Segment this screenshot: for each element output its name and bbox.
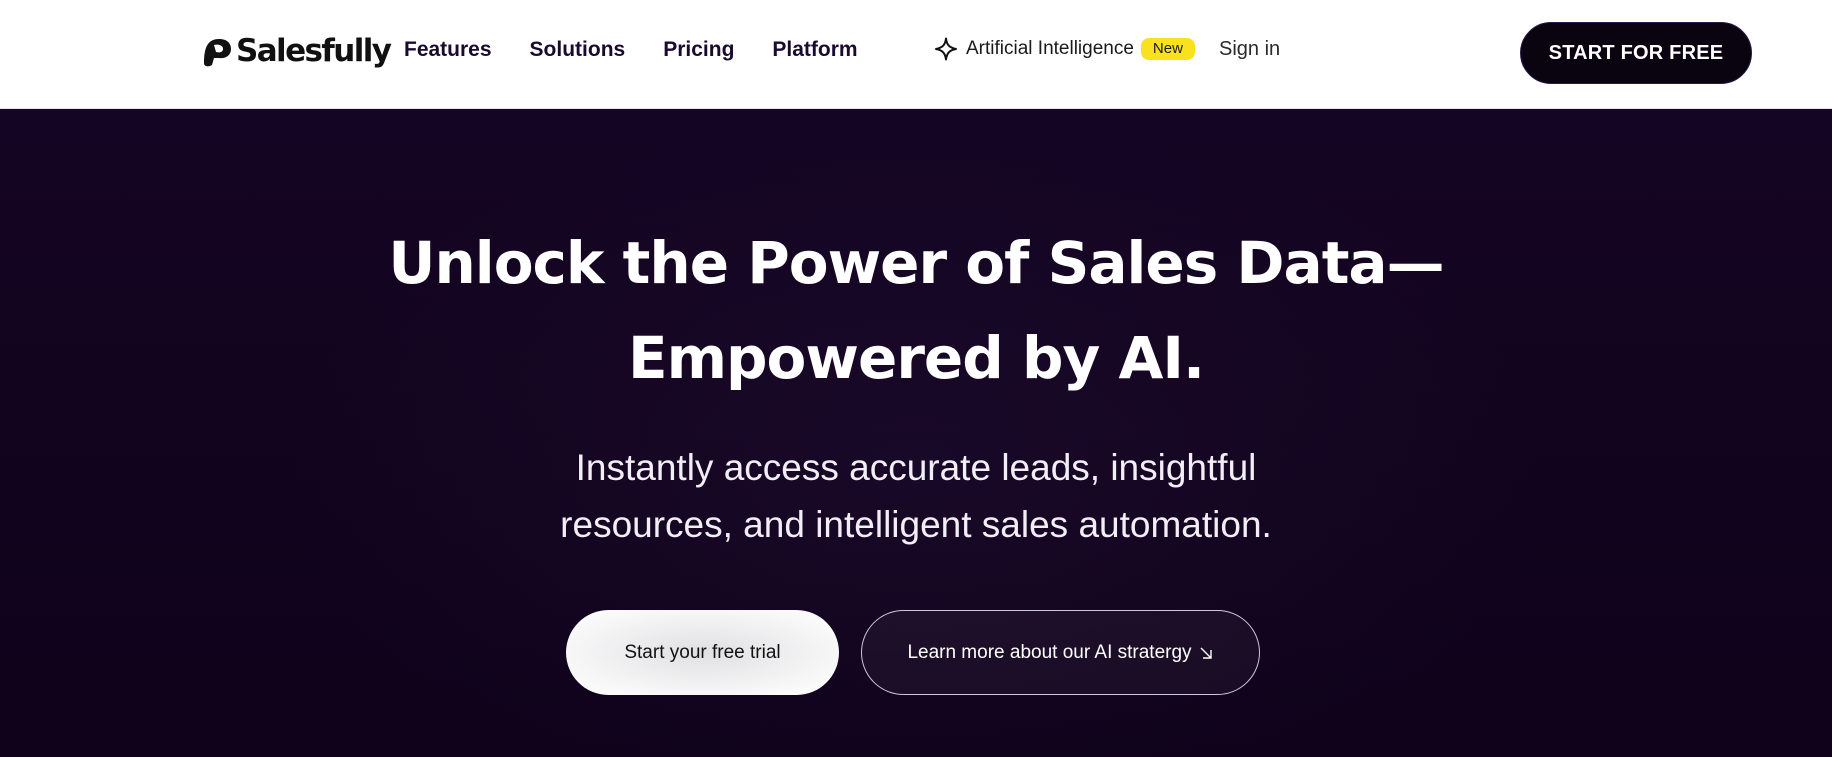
nav-pricing[interactable]: Pricing bbox=[663, 36, 734, 64]
logo-mark-icon bbox=[204, 39, 231, 67]
brand-name: Salesfully bbox=[236, 33, 392, 69]
sparkle-icon bbox=[935, 37, 957, 61]
nav-platform[interactable]: Platform bbox=[772, 36, 857, 64]
nav-features[interactable]: Features bbox=[404, 36, 492, 64]
hero-subtitle-line-1: Instantly access accurate leads, insight… bbox=[575, 447, 1257, 488]
new-badge: New bbox=[1140, 38, 1195, 60]
hero-section: Unlock the Power of Sales Data— Empowere… bbox=[0, 109, 1832, 757]
nav-artificial-intelligence[interactable]: Artificial Intelligence New bbox=[934, 35, 1195, 63]
hero-title-line-1: Unlock the Power of Sales Data— bbox=[388, 229, 1444, 297]
learn-more-ai-label: Learn more about our AI stratergy bbox=[907, 641, 1192, 663]
sign-in-link[interactable]: Sign in bbox=[1219, 35, 1280, 63]
hero-subtitle: Instantly access accurate leads, insight… bbox=[0, 439, 1832, 553]
main-menu: Features Solutions Pricing Platform bbox=[404, 36, 896, 64]
learn-more-ai-button[interactable]: Learn more about our AI stratergy bbox=[861, 610, 1260, 695]
hero-subtitle-line-2: resources, and intelligent sales automat… bbox=[560, 504, 1272, 545]
hero-title-line-2: Empowered by AI. bbox=[627, 324, 1205, 392]
brand-logo[interactable]: Salesfully bbox=[200, 31, 392, 71]
ai-label: Artificial Intelligence bbox=[966, 38, 1134, 59]
start-for-free-button[interactable]: START FOR FREE bbox=[1520, 22, 1752, 84]
start-free-trial-button[interactable]: Start your free trial bbox=[566, 610, 839, 695]
top-navigation: Salesfully Features Solutions Pricing Pl… bbox=[0, 0, 1832, 109]
hero-title: Unlock the Power of Sales Data— Empowere… bbox=[0, 216, 1832, 406]
nav-solutions[interactable]: Solutions bbox=[530, 36, 626, 64]
arrow-down-right-icon bbox=[1200, 647, 1212, 659]
start-free-trial-label: Start your free trial bbox=[624, 641, 781, 663]
